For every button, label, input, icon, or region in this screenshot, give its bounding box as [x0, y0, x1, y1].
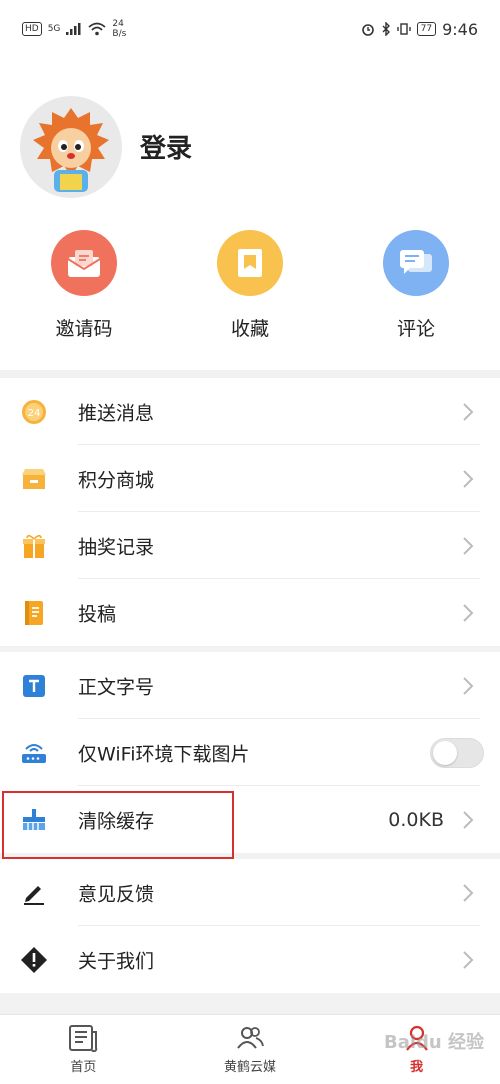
chevron-right-icon — [463, 676, 474, 695]
chevron-right-icon — [463, 603, 474, 622]
menu-label-submit: 投稿 — [78, 603, 117, 625]
users-icon — [237, 1027, 264, 1049]
chevron-right-icon — [463, 950, 474, 969]
menu-item-push[interactable]: 24 推送消息 — [0, 378, 500, 445]
broom-icon — [20, 806, 48, 834]
status-left: HD 5G 24 B/s — [22, 19, 126, 39]
menu-item-feedback[interactable]: 意见反馈 — [0, 859, 500, 926]
menu-label-about: 关于我们 — [78, 950, 155, 972]
nav-yunmei-label: 黄鹤云媒 — [224, 1060, 277, 1075]
menu-label-feedback: 意见反馈 — [78, 883, 155, 905]
menu-group-3: 意见反馈 关于我们 — [0, 859, 500, 993]
nav-home-label: 首页 — [70, 1060, 97, 1075]
chevron-right-icon — [463, 536, 474, 555]
signal-label: 5G — [47, 24, 61, 34]
newspaper-icon — [69, 1025, 98, 1052]
comment-icon — [383, 230, 449, 296]
nav-me[interactable]: 我 — [333, 1015, 500, 1084]
quick-favorites[interactable]: 收藏 — [180, 230, 320, 341]
hd-badge: HD — [22, 22, 42, 36]
nav-home[interactable]: 首页 — [0, 1015, 167, 1084]
text-size-icon — [20, 672, 48, 700]
menu-label-lottery: 抽奖记录 — [78, 536, 155, 558]
notebook-icon — [20, 599, 48, 627]
clock: 9:46 — [442, 19, 478, 39]
nav-yunmei[interactable]: 黄鹤云媒 — [167, 1015, 334, 1084]
chevron-right-icon — [463, 469, 474, 488]
menu-item-submit[interactable]: 投稿 — [0, 579, 500, 646]
pencil-icon — [20, 879, 48, 907]
vibrate-icon — [396, 23, 411, 35]
net-speed: 24 B/s — [112, 19, 126, 39]
menu-item-store[interactable]: 积分商城 — [0, 445, 500, 512]
menu-item-about[interactable]: 关于我们 — [0, 926, 500, 993]
status-right: 77 9:46 — [361, 20, 478, 39]
menu-label-font-size: 正文字号 — [78, 676, 155, 698]
badge-24-icon: 24 — [20, 398, 48, 426]
menu-group-1: 24 推送消息 积分商城 抽奖记录 投稿 — [0, 378, 500, 646]
alarm-icon — [361, 24, 374, 36]
profile-header: 登录 邀请码 收藏 评论 — [0, 58, 500, 370]
wifi-icon — [88, 22, 106, 36]
menu-group-2: 正文字号 仅WiFi环境下载图片 清除缓存 0.0KB — [0, 652, 500, 853]
bluetooth-icon — [382, 22, 390, 36]
menu-label-store: 积分商城 — [78, 469, 155, 491]
router-icon — [20, 739, 48, 767]
bottom-nav: 首页 黄鹤云媒 我 — [0, 1014, 500, 1084]
nav-me-label: 我 — [410, 1060, 424, 1075]
menu-label-wifi-images: 仅WiFi环境下载图片 — [78, 743, 250, 765]
invite-label: 邀请码 — [55, 318, 113, 340]
favorite-label: 收藏 — [230, 318, 269, 340]
menu-label-push: 推送消息 — [78, 402, 155, 424]
menu-item-lottery[interactable]: 抽奖记录 — [0, 512, 500, 579]
wifi-images-toggle[interactable] — [430, 737, 484, 768]
favorite-icon — [217, 230, 283, 296]
toggle-knob — [433, 740, 457, 765]
menu-item-font-size[interactable]: 正文字号 — [0, 652, 500, 719]
gift-icon — [20, 532, 48, 560]
menu-item-wifi-images: 仅WiFi环境下载图片 — [0, 719, 500, 786]
info-diamond-icon — [20, 946, 48, 974]
cache-size: 0.0KB — [388, 808, 444, 831]
menu-label-clear-cache: 清除缓存 — [78, 810, 155, 832]
status-bar: HD 5G 24 B/s 77 9:46 — [0, 0, 500, 58]
login-label[interactable]: 登录 — [140, 128, 192, 165]
quick-invite-code[interactable]: 邀请码 — [14, 230, 154, 341]
push-badge-text: 24 — [28, 408, 41, 419]
comment-label: 评论 — [396, 318, 435, 340]
quick-comments[interactable]: 评论 — [346, 230, 486, 341]
chevron-right-icon — [463, 810, 474, 829]
avatar[interactable] — [20, 96, 122, 198]
store-icon — [20, 465, 48, 493]
invite-icon — [51, 230, 117, 296]
chevron-right-icon — [463, 883, 474, 902]
chevron-right-icon — [463, 402, 474, 421]
profile-icon — [405, 1025, 428, 1051]
menu-item-clear-cache[interactable]: 清除缓存 0.0KB — [0, 786, 500, 853]
net-speed-unit: B/s — [112, 29, 127, 39]
mascot-icon — [33, 108, 109, 192]
signal-icon — [66, 23, 81, 35]
battery-icon: 77 — [416, 22, 437, 36]
net-speed-value: 24 — [112, 19, 124, 29]
